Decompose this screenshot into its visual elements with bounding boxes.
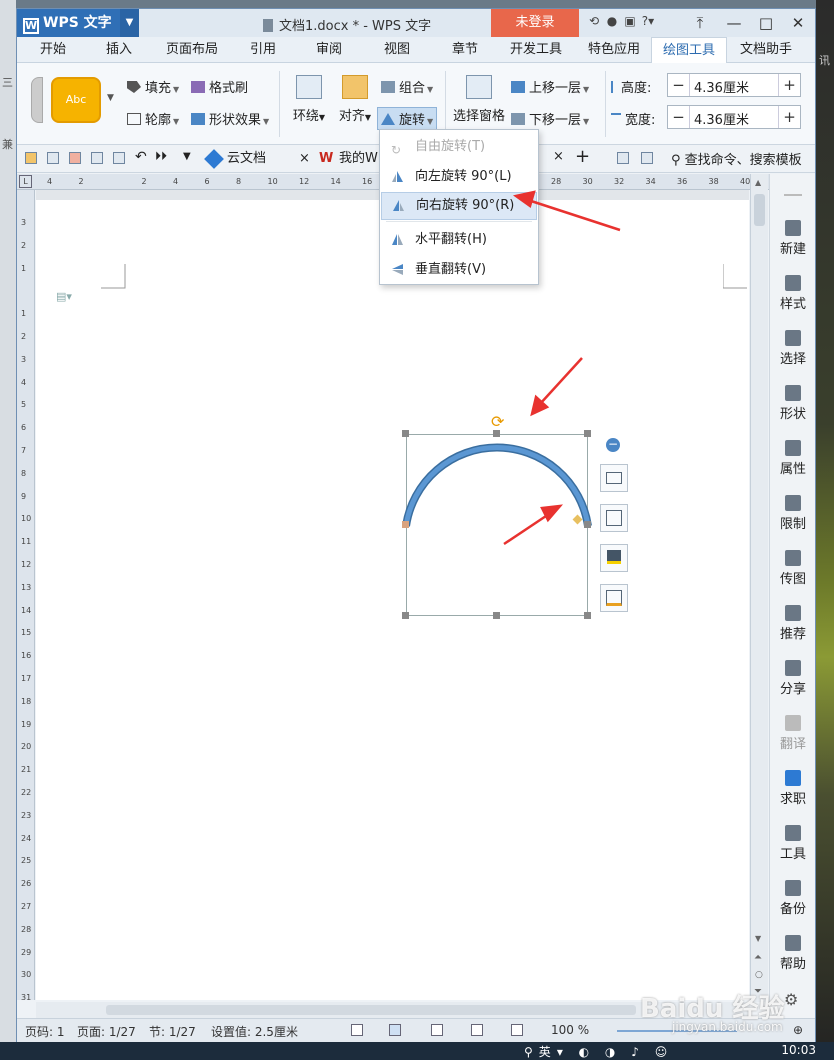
search-icon[interactable]: ⚲ (524, 1045, 539, 1059)
annotation-arrows (503, 190, 621, 546)
baidu-watermark-url: jingyan.baidu.com (672, 1020, 783, 1034)
taskbar: ⚲英▾ ◐ ◑ ♪ ☺ 10:03 (0, 1042, 834, 1060)
system-tray[interactable]: ⚲英▾ ◐ ◑ ♪ ☺ (524, 1043, 673, 1060)
ime-indicator[interactable]: 英 (539, 1045, 557, 1059)
taskbar-clock[interactable]: 10:03 (781, 1043, 816, 1057)
